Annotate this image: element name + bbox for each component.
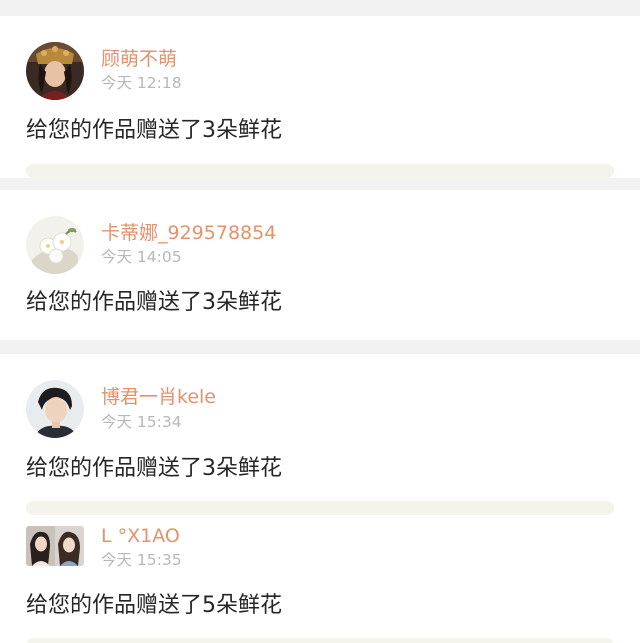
- timestamp: 今天 12:18: [101, 74, 182, 92]
- two-girls-avatar[interactable]: [26, 526, 84, 566]
- notification-card[interactable]: 顾萌不萌 今天 12:18 给您的作品赠送了3朵鲜花: [0, 16, 640, 178]
- timestamp: 今天 15:34: [101, 413, 182, 431]
- gift-message: 给您的作品赠送了3朵鲜花: [26, 290, 282, 315]
- gift-preview-strip: [26, 501, 614, 515]
- gift-preview-strip: [26, 164, 614, 178]
- notification-card[interactable]: 卡蒂娜_929578854 今天 14:05 给您的作品赠送了3朵鲜花: [0, 190, 640, 340]
- gift-message: 给您的作品赠送了5朵鲜花: [26, 593, 282, 618]
- gift-message: 给您的作品赠送了3朵鲜花: [26, 118, 282, 143]
- username[interactable]: 博君一肖kele: [101, 385, 216, 409]
- notification-card[interactable]: 博君一肖kele 今天 15:34 给您的作品赠送了3朵鲜花 L °X1AO 今…: [0, 354, 640, 643]
- timestamp: 今天 15:35: [101, 551, 182, 569]
- gift-message: 给您的作品赠送了3朵鲜花: [26, 456, 282, 481]
- username[interactable]: 卡蒂娜_929578854: [101, 221, 276, 245]
- username[interactable]: L °X1AO: [101, 524, 180, 548]
- username[interactable]: 顾萌不萌: [101, 47, 177, 71]
- woman-in-headdress-avatar[interactable]: [26, 42, 84, 100]
- gift-notification-list: 顾萌不萌 今天 12:18 给您的作品赠送了3朵鲜花 卡蒂娜_929578854…: [0, 0, 640, 643]
- gift-preview-strip: [26, 638, 614, 643]
- young-man-avatar[interactable]: [26, 380, 84, 438]
- white-flowers-avatar[interactable]: [26, 216, 84, 274]
- timestamp: 今天 14:05: [101, 248, 182, 266]
